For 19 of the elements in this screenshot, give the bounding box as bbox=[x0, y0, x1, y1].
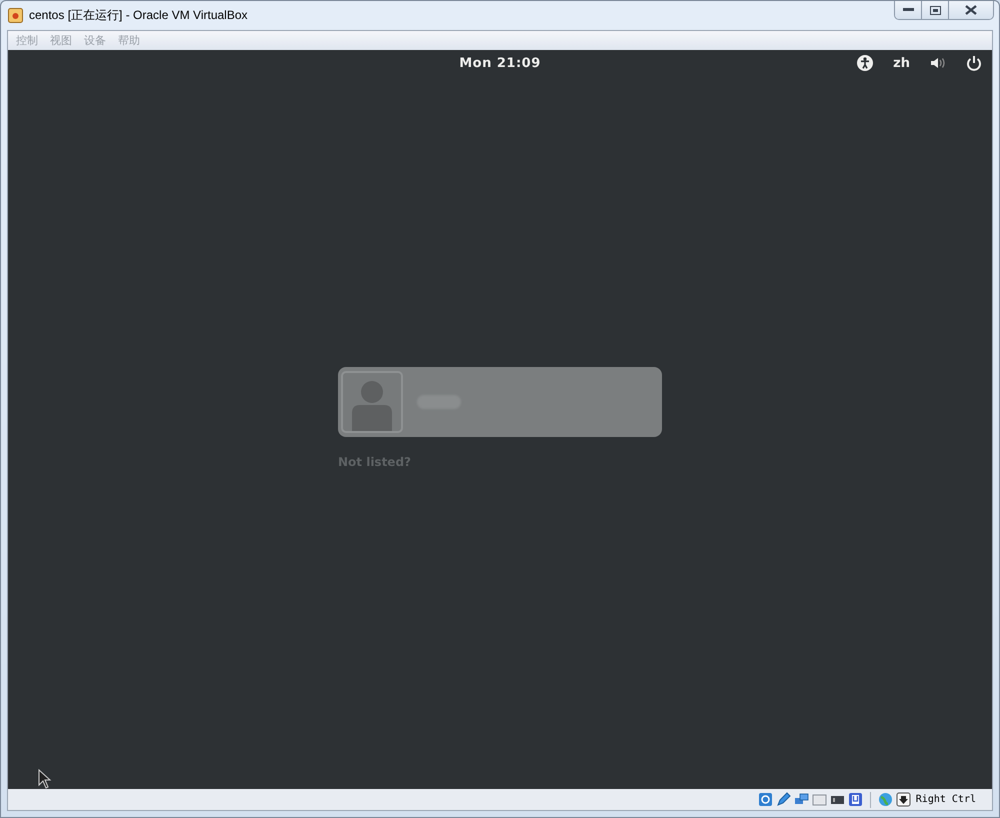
host-key-label: Right Ctrl bbox=[916, 794, 976, 805]
power-icon[interactable] bbox=[966, 55, 982, 71]
app-icon bbox=[8, 8, 23, 23]
minimize-icon bbox=[902, 8, 914, 12]
window-title: centos [正在运行] - Oracle VM VirtualBox bbox=[29, 7, 248, 24]
network-icon[interactable] bbox=[794, 792, 809, 807]
accessibility-icon[interactable] bbox=[857, 55, 874, 71]
mouse-pointer-icon bbox=[38, 769, 52, 789]
language-indicator[interactable]: zh bbox=[893, 56, 910, 70]
avatar-icon bbox=[341, 370, 403, 432]
close-button[interactable] bbox=[949, 1, 993, 19]
volume-icon[interactable] bbox=[930, 56, 946, 70]
clock[interactable]: Mon 21:09 bbox=[459, 56, 541, 70]
maximize-icon bbox=[930, 6, 940, 14]
pen-icon[interactable] bbox=[776, 792, 791, 807]
maximize-button[interactable] bbox=[922, 1, 949, 19]
minimize-button[interactable] bbox=[895, 1, 922, 19]
chip-icon[interactable] bbox=[848, 792, 863, 807]
close-icon bbox=[965, 5, 977, 15]
